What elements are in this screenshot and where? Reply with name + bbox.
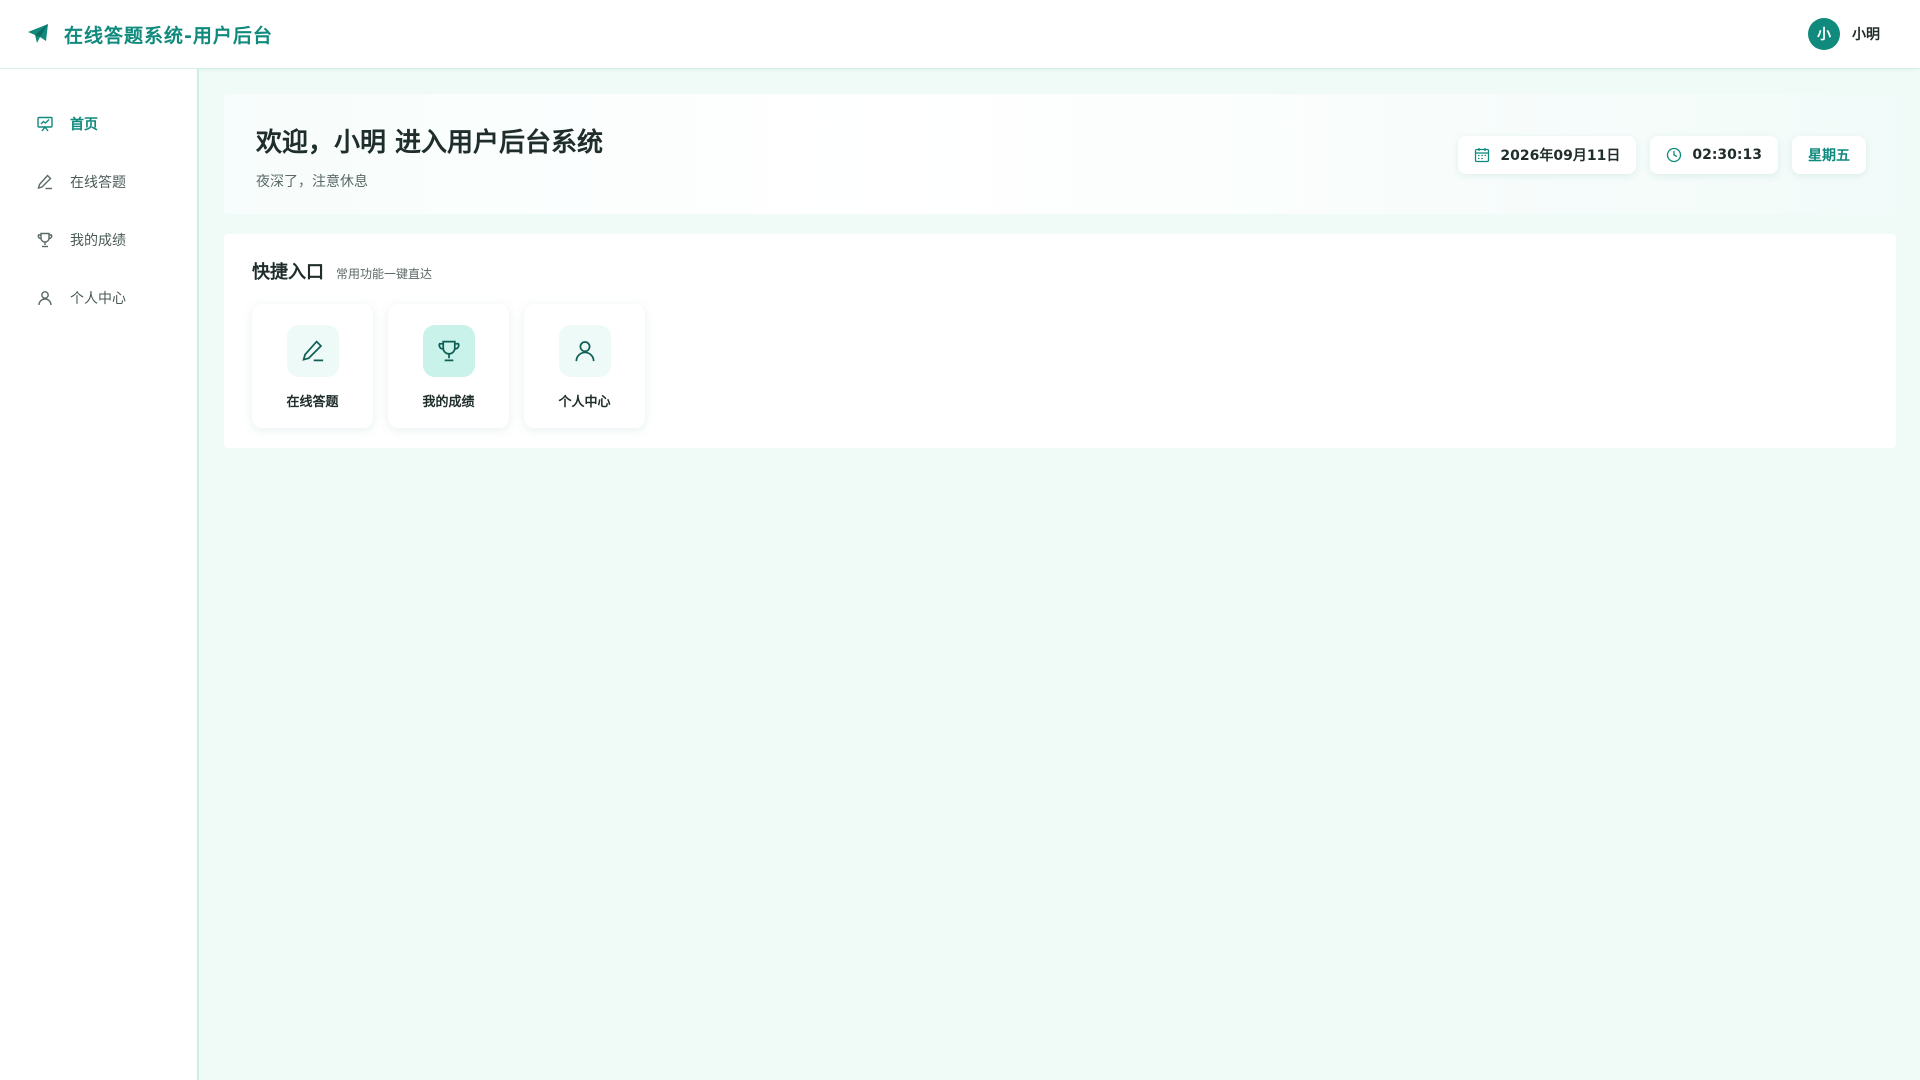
sidebar-item-home[interactable]: 首页 [0,105,197,143]
time-text: 02:30:13 [1692,147,1762,163]
user-menu[interactable]: 小 小明 [1808,18,1880,50]
clock-icon [1666,147,1682,163]
pen-icon [36,173,54,191]
sidebar-item-label: 在线答题 [70,175,126,191]
quick-entry-title: 快捷入口 [252,262,324,283]
quick-tile-online-quiz[interactable]: 在线答题 [252,304,373,428]
user-icon [36,289,54,307]
quick-entry-tiles: 在线答题 我的成绩 个人中心 [252,304,1868,428]
sidebar-item-label: 首页 [70,117,98,133]
welcome-card: 欢迎，小明 进入用户后台系统 夜深了，注意休息 2026年09月11日 02:3… [224,94,1896,214]
sidebar-item-label: 我的成绩 [70,233,126,249]
user-icon [558,325,611,377]
trophy-icon [36,231,54,249]
quick-entry-header: 快捷入口 常用功能一键直达 [252,258,1868,284]
avatar[interactable]: 小 [1808,18,1840,50]
trophy-icon [422,325,475,377]
calendar-icon [1474,147,1490,163]
quick-tile-label: 在线答题 [286,395,339,410]
quick-tile-label: 我的成绩 [422,395,475,410]
paper-plane-icon [26,22,50,46]
date-text: 2026年09月11日 [1500,148,1621,164]
weekday-pill: 星期五 [1792,136,1866,174]
quick-tile-profile[interactable]: 个人中心 [524,304,645,428]
sidebar-item-profile[interactable]: 个人中心 [0,279,197,317]
quick-entry-card: 快捷入口 常用功能一键直达 在线答题 我的成绩 个人中心 [224,234,1896,448]
quick-tile-label: 个人中心 [558,395,611,410]
sidebar: 首页 在线答题 我的成绩 个人中心 [0,69,199,1080]
user-name[interactable]: 小明 [1852,24,1880,44]
date-pill: 2026年09月11日 [1458,136,1637,174]
app-title: 在线答题系统-用户后台 [64,24,273,47]
sidebar-item-my-scores[interactable]: 我的成绩 [0,221,197,259]
top-header: 在线答题系统-用户后台 小 小明 [0,0,1920,69]
presentation-icon [36,115,54,133]
quick-entry-subtitle: 常用功能一键直达 [336,267,433,281]
brand[interactable]: 在线答题系统-用户后台 [26,21,273,48]
quick-tile-my-scores[interactable]: 我的成绩 [388,304,509,428]
weekday-text: 星期五 [1808,148,1850,164]
time-pill: 02:30:13 [1650,136,1778,174]
pen-icon [286,325,339,377]
datetime-pills: 2026年09月11日 02:30:13 星期五 [1458,136,1866,174]
sidebar-item-label: 个人中心 [70,291,126,307]
sidebar-item-online-quiz[interactable]: 在线答题 [0,163,197,201]
welcome-subtitle: 夜深了，注意休息 [256,174,368,190]
